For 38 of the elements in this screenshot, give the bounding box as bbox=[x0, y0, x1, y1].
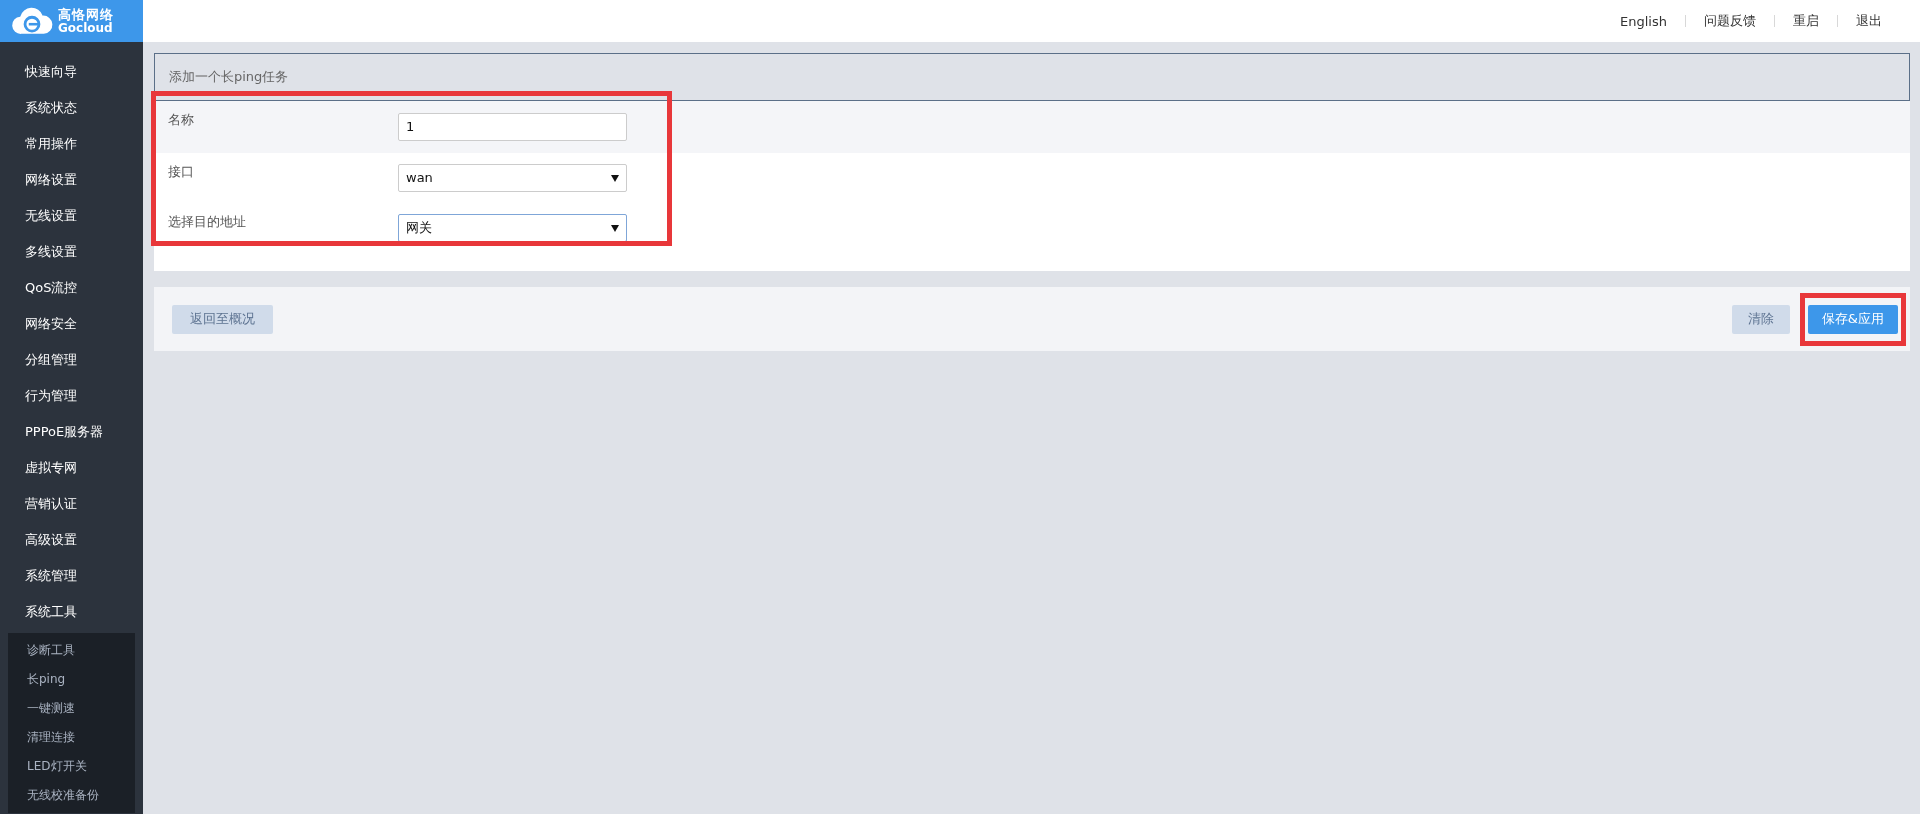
field-label: 名称 bbox=[168, 111, 195, 129]
sidebar-subitem[interactable]: LED灯开关 bbox=[8, 752, 135, 781]
field-label: 选择目的地址 bbox=[168, 213, 247, 231]
sidebar-item[interactable]: 常用操作 bbox=[0, 126, 143, 162]
caret-icon bbox=[611, 224, 619, 232]
sidebar-item[interactable]: 分组管理 bbox=[0, 342, 143, 378]
sidebar-subitem[interactable]: 诊断工具 bbox=[8, 636, 135, 665]
sidebar-item[interactable]: PPPoE服务器 bbox=[0, 414, 143, 450]
sidebar-item[interactable]: 无线设置 bbox=[0, 198, 143, 234]
header-link[interactable]: 退出 bbox=[1838, 12, 1900, 30]
sidebar-subitem[interactable]: 长ping bbox=[8, 665, 135, 694]
header-link[interactable]: 重启 bbox=[1775, 12, 1837, 30]
sidebar-item[interactable]: 虚拟专网 bbox=[0, 450, 143, 486]
sidebar-item[interactable]: 快速向导 bbox=[0, 54, 143, 90]
header-link[interactable]: 问题反馈 bbox=[1686, 12, 1774, 30]
input-field[interactable]: 1 bbox=[398, 113, 627, 141]
sidebar-item[interactable]: 网络安全 bbox=[0, 306, 143, 342]
field-label: 接口 bbox=[168, 163, 195, 181]
sidebar-item[interactable]: 系统管理 bbox=[0, 558, 143, 594]
caret-icon bbox=[611, 174, 619, 182]
sidebar-subitem[interactable]: 一键测速 bbox=[8, 694, 135, 723]
sidebar-item[interactable]: 营销认证 bbox=[0, 486, 143, 522]
sidebar-subitem[interactable]: 清理连接 bbox=[8, 723, 135, 752]
sidebar-item[interactable]: 系统工具 bbox=[0, 594, 143, 630]
dropdown[interactable]: 网关 bbox=[398, 214, 627, 242]
sidebar-item[interactable]: 系统状态 bbox=[0, 90, 143, 126]
sidebar-subitem[interactable]: 无线校准备份 bbox=[8, 781, 135, 810]
sidebar-item[interactable]: QoS流控 bbox=[0, 270, 143, 306]
header-link[interactable]: English bbox=[1602, 13, 1685, 29]
logo-name: 高恪网络 bbox=[58, 7, 114, 22]
sidebar-item[interactable]: 网络设置 bbox=[0, 162, 143, 198]
panel-title: 添加一个长ping任务 bbox=[154, 53, 1910, 101]
dropdown[interactable]: wan bbox=[398, 164, 627, 192]
sidebar-item[interactable]: 高级设置 bbox=[0, 522, 143, 558]
sidebar-item[interactable]: 多线设置 bbox=[0, 234, 143, 270]
cloud-logo-icon bbox=[10, 6, 54, 36]
logo-brand: Gocloud bbox=[58, 21, 114, 35]
sidebar-item[interactable]: 行为管理 bbox=[0, 378, 143, 414]
